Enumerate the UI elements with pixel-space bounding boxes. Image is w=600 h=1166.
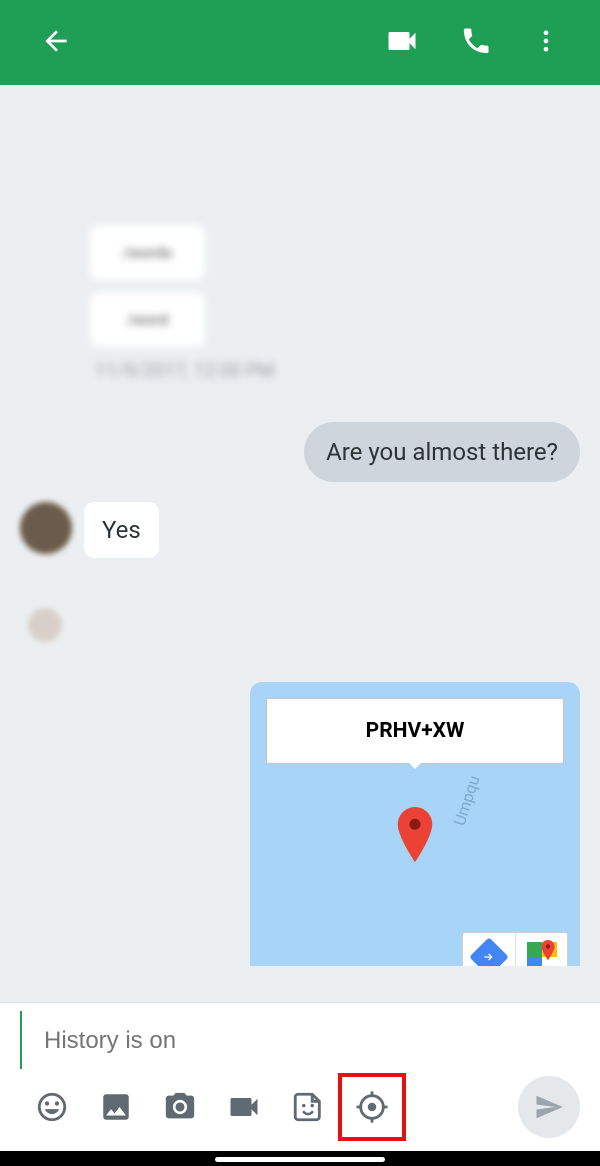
avatar[interactable] <box>20 502 72 554</box>
redacted-message: /word <box>90 292 205 347</box>
emoji-button[interactable] <box>20 1075 84 1139</box>
location-share-card[interactable]: PRHV+XW Umpqu Google <box>250 682 580 966</box>
home-indicator[interactable] <box>215 1157 385 1162</box>
google-maps-icon <box>527 942 557 966</box>
message-input[interactable] <box>20 1011 600 1069</box>
back-button[interactable] <box>20 25 92 61</box>
gallery-button[interactable] <box>84 1075 148 1139</box>
outgoing-message-bubble[interactable]: Are you almost there? <box>304 422 580 482</box>
location-code-label: PRHV+XW <box>266 698 564 764</box>
sticker-button[interactable] <box>276 1075 340 1139</box>
location-button[interactable] <box>340 1075 404 1139</box>
conversation-area[interactable]: /words /word 11/9/2017, 12:00 PM Are you… <box>0 85 600 966</box>
street-label: Umpqu <box>450 773 484 828</box>
phone-call-button[interactable] <box>440 25 512 61</box>
app-header <box>0 0 600 85</box>
outgoing-message-row: Are you almost there? <box>20 422 580 482</box>
attachment-toolbar <box>0 1075 600 1139</box>
incoming-message-row <box>20 578 580 642</box>
redacted-message: /words <box>90 225 205 280</box>
redacted-timestamp: 11/9/2017, 12:00 PM <box>95 359 580 382</box>
incoming-message-row: Yes <box>20 502 580 558</box>
directions-button[interactable] <box>463 933 515 966</box>
system-nav-bar <box>0 1151 600 1166</box>
map-actions <box>462 932 568 966</box>
compose-bar <box>0 1002 600 1151</box>
redacted-messages: /words /word 11/9/2017, 12:00 PM <box>90 225 580 382</box>
incoming-message-bubble[interactable]: Yes <box>84 502 159 558</box>
open-maps-button[interactable] <box>515 933 567 966</box>
video-button[interactable] <box>212 1075 276 1139</box>
camera-button[interactable] <box>148 1075 212 1139</box>
send-button[interactable] <box>518 1076 580 1138</box>
video-call-button[interactable] <box>364 23 440 63</box>
overflow-menu-button[interactable] <box>512 27 580 59</box>
map-pin-icon <box>393 807 437 873</box>
directions-icon <box>469 937 509 966</box>
avatar[interactable] <box>28 608 62 642</box>
